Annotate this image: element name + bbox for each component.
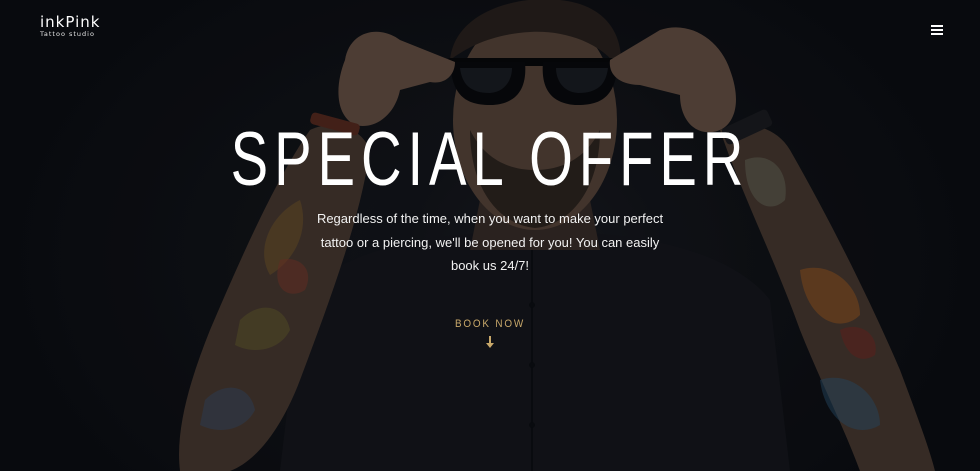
hero-headline: SPECIAL OFFER xyxy=(230,117,750,202)
menu-line xyxy=(931,33,943,35)
menu-line xyxy=(931,25,943,27)
book-now-button[interactable]: BOOK NOW xyxy=(430,318,550,362)
hero-section: inkPink Tattoo studio SPECIAL OFFER Rega… xyxy=(0,0,980,471)
hamburger-menu-icon[interactable] xyxy=(930,24,944,36)
hero-description: Regardless of the time, when you want to… xyxy=(316,211,664,273)
brand-tagline: Tattoo studio xyxy=(40,30,95,38)
brand-name: inkPink xyxy=(40,13,101,31)
book-now-label: BOOK NOW xyxy=(455,318,525,330)
arrow-down-icon xyxy=(485,334,495,350)
menu-line xyxy=(931,29,943,31)
brand-logo[interactable]: inkPink Tattoo studio xyxy=(40,15,100,38)
